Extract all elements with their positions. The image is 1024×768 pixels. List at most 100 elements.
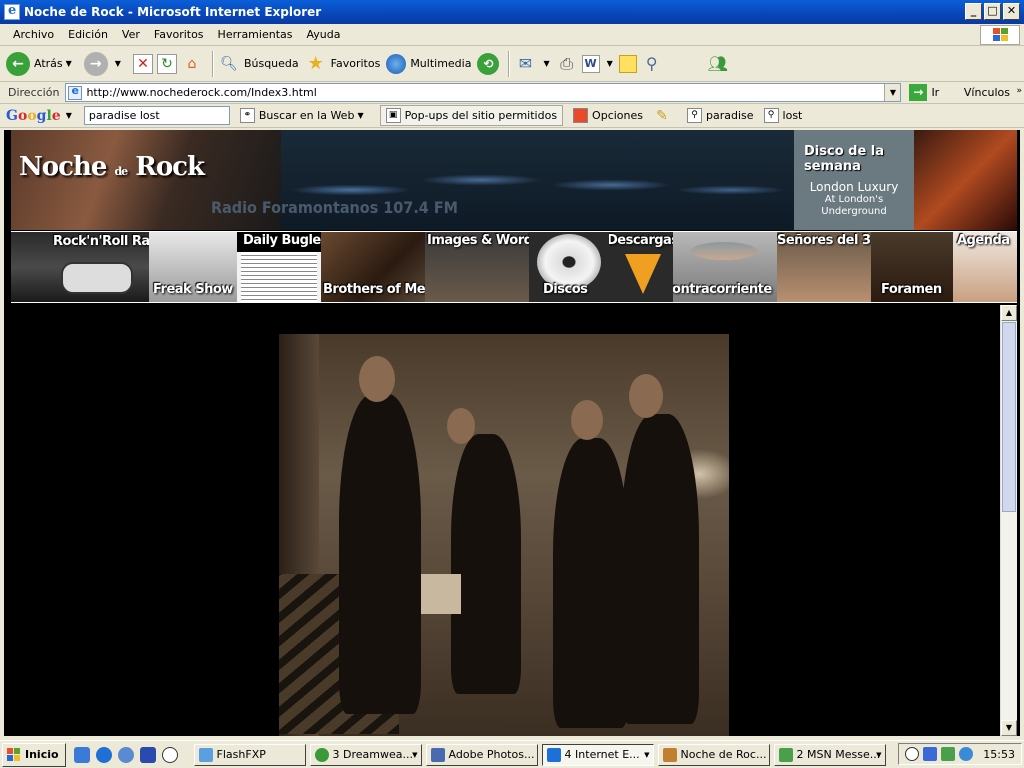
links-chevron-icon[interactable]: » — [1016, 86, 1022, 96]
search-term-paradise[interactable]: ⚲ paradise — [687, 108, 754, 123]
edit-dropdown-icon[interactable]: ▼ — [607, 59, 613, 68]
address-input[interactable]: http://www.nochederock.com/Index3.html ▼ — [65, 83, 902, 102]
go-button[interactable]: → Ir — [909, 84, 939, 101]
menu-herramientas[interactable]: Herramientas — [211, 28, 300, 41]
address-url[interactable]: http://www.nochederock.com/Index3.html — [86, 86, 316, 99]
task-photoshop[interactable]: Adobe Photos... — [425, 743, 538, 766]
task-flashfxp[interactable]: FlashFXP — [193, 743, 306, 766]
disco-subtitle: At London's Underground — [794, 194, 914, 218]
messenger-quicklaunch-icon[interactable] — [139, 746, 156, 763]
nav-brothers-of-metal[interactable]: Brothers of Metal — [321, 232, 425, 302]
nav-images-words[interactable]: Images & Words — [425, 232, 529, 302]
stop-icon[interactable]: ✕ — [132, 53, 153, 74]
title-bar: Noche de Rock - Microsoft Internet Explo… — [0, 0, 1024, 24]
maximize-button[interactable]: □ — [984, 3, 1001, 20]
search-button[interactable]: 🔍︎ Búsqueda — [218, 53, 299, 75]
menu-archivo[interactable]: Archivo — [6, 28, 61, 41]
task-msn-messenger[interactable]: 2 MSN Messe... ▼ — [773, 743, 886, 766]
task-noche-de-rock[interactable]: Noche de Roc... — [657, 743, 770, 766]
menu-ver[interactable]: Ver — [115, 28, 147, 41]
messenger-icon[interactable]: 👥︎ — [707, 53, 729, 75]
popup-blocker-button[interactable]: ▣ Pop-ups del sitio permitidos — [379, 105, 564, 126]
nav-label: Discos — [543, 282, 588, 297]
forward-button[interactable]: → ▼ — [83, 51, 127, 76]
vertical-scrollbar[interactable]: ▲ ▼ — [1000, 305, 1017, 736]
options-icon — [573, 108, 589, 123]
google-logo[interactable]: Google — [6, 108, 61, 124]
disco-semana-panel[interactable]: Disco de la semana London Luxury At Lond… — [794, 130, 914, 230]
nav-foramen[interactable]: Foramen — [871, 232, 953, 302]
taskbar: Inicio FlashFXP 3 Dreamwea... ▼ Adobe Ph… — [0, 740, 1024, 768]
desktop-icon[interactable] — [73, 746, 90, 763]
menu-favoritos[interactable]: Favoritos — [147, 28, 211, 41]
network-tray-icon[interactable] — [923, 747, 938, 761]
panda-icon[interactable] — [161, 746, 178, 763]
mail-dropdown-icon[interactable]: ▼ — [543, 59, 549, 68]
site-logo[interactable]: Noche de Rock — [19, 152, 205, 182]
menu-edicion[interactable]: Edición — [61, 28, 115, 41]
clock[interactable]: 15:53 — [983, 748, 1015, 761]
google-menu-dropdown-icon[interactable]: ▼ — [66, 111, 72, 120]
options-button[interactable]: Opciones — [573, 108, 643, 123]
highlighter-icon[interactable]: ✎ — [651, 105, 673, 127]
task-internet-explorer[interactable]: 4 Internet E... ▼ — [541, 743, 654, 766]
ie-quicklaunch-icon[interactable] — [95, 746, 112, 763]
task-label: 3 Dreamwea... — [332, 748, 414, 761]
favorites-button[interactable]: ★ Favoritos — [305, 53, 381, 75]
disco-sub-line-1: At London's — [824, 194, 884, 205]
scroll-thumb[interactable] — [1002, 322, 1016, 512]
refresh-icon[interactable]: ↻ — [156, 53, 177, 74]
task-label: FlashFXP — [216, 748, 266, 761]
band-photo — [279, 334, 729, 736]
site-nav: Rock'n'Roll Radio Freak Show Daily Bugle… — [11, 231, 1017, 303]
scroll-down-button[interactable]: ▼ — [1001, 720, 1017, 736]
favorites-label: Favoritos — [330, 57, 381, 70]
nav-descargas[interactable]: Descargas — [609, 232, 673, 302]
history-icon[interactable]: ⟲ — [477, 52, 500, 75]
msn-icon — [778, 747, 793, 762]
nav-senores-del-3[interactable]: Señores del 3 — [777, 232, 871, 302]
scroll-up-button[interactable]: ▲ — [1001, 305, 1017, 321]
nav-label: Señores del 3 — [777, 233, 871, 248]
globe-icon — [386, 53, 407, 74]
home-icon[interactable]: ⌂ — [181, 53, 203, 75]
nav-rocknroll-radio[interactable]: Rock'n'Roll Radio — [11, 232, 149, 302]
band-member — [451, 434, 521, 694]
radio-station-text: Radio Foramontanos 107.4 FM — [211, 198, 458, 217]
album-cover-image[interactable] — [914, 130, 1017, 230]
network-icon[interactable] — [117, 746, 134, 763]
address-dropdown-icon[interactable]: ▼ — [884, 84, 901, 101]
links-button[interactable]: Vínculos — [964, 86, 1010, 99]
mail-icon[interactable]: ✉ — [514, 53, 536, 75]
nav-discos[interactable]: Discos — [529, 232, 609, 302]
back-dropdown-icon[interactable]: ▼ — [66, 59, 72, 68]
minimize-button[interactable]: _ — [965, 3, 982, 20]
nav-agenda[interactable]: Agenda — [953, 232, 1017, 302]
nav-contracorriente[interactable]: Contracorriente — [673, 232, 777, 302]
search-web-button[interactable]: ⚭ Buscar en la Web ▼ — [239, 108, 370, 123]
nav-freak-show[interactable]: Freak Show — [149, 232, 237, 302]
start-button[interactable]: Inicio — [2, 742, 66, 767]
system-tray: 15:53 — [898, 743, 1022, 765]
panda-tray-icon[interactable] — [905, 747, 920, 761]
forward-dropdown-icon[interactable]: ▼ — [115, 59, 121, 68]
word-edit-icon[interactable]: W — [581, 54, 600, 73]
toolbar-separator — [211, 50, 213, 77]
research-icon[interactable]: ⚲ — [641, 53, 663, 75]
back-button[interactable]: ← Atrás ▼ — [6, 51, 78, 76]
go-label: Ir — [931, 86, 940, 99]
msn-tray-icon[interactable] — [941, 747, 956, 761]
search-term-lost[interactable]: ⚲ lost — [763, 108, 802, 123]
close-button[interactable]: ✕ — [1003, 3, 1020, 20]
search-web-dropdown-icon[interactable]: ▼ — [357, 111, 363, 120]
popup-icon: ▣ — [385, 108, 401, 123]
menu-ayuda[interactable]: Ayuda — [299, 28, 347, 41]
note-icon[interactable] — [618, 54, 637, 73]
google-search-input[interactable]: paradise lost — [83, 106, 230, 125]
multimedia-button[interactable]: Multimedia — [386, 53, 471, 74]
nav-label: Daily Bugle — [243, 233, 321, 248]
update-tray-icon[interactable] — [959, 747, 974, 761]
task-dreamweaver[interactable]: 3 Dreamwea... ▼ — [309, 743, 422, 766]
nav-daily-bugle[interactable]: Daily Bugle — [237, 232, 321, 302]
print-icon[interactable]: ⎙ — [556, 53, 578, 75]
